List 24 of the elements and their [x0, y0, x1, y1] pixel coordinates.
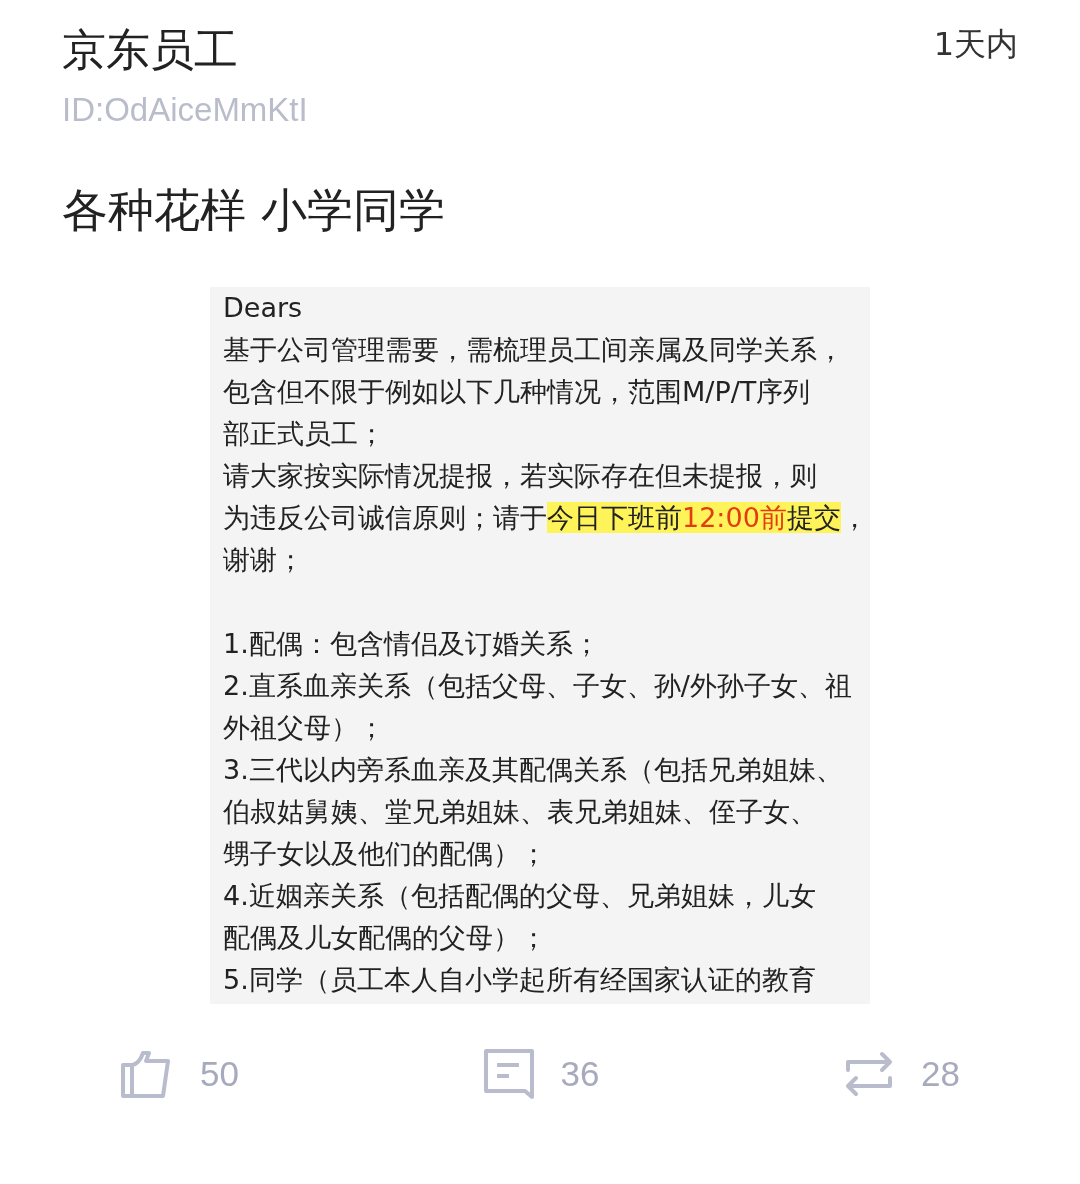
document-line: 基于公司管理需要，需梳理员工间亲属及同学关系， [223, 333, 844, 367]
document-line: 1.配偶：包含情侣及订婚关系； [223, 627, 600, 661]
document-line: 5.同学（员工本人自小学起所有经国家认证的教育 [223, 963, 816, 997]
count-label: 50 [200, 1054, 239, 1094]
document-line: 部正式员工； [223, 417, 385, 451]
document-line: Dears [223, 291, 303, 325]
document-line: 配偶及儿女配偶的父母）； [223, 921, 547, 955]
count-label: 36 [560, 1054, 600, 1094]
post-text: 各种花样 小学同学 [62, 182, 445, 239]
post-time: 1天内 [933, 24, 1018, 65]
comment-icon[interactable] [482, 1048, 535, 1100]
document-line: 伯叔姑舅姨、堂兄弟姐妹、表兄弟姐妹、侄子女、 [223, 795, 817, 829]
document-line: 为违反公司诚信原则；请于今日下班前12:00前提交， [223, 501, 868, 535]
document-line: 谢谢； [223, 543, 304, 577]
document-line: 4.近姻亲关系（包括配偶的父母、兄弟姐妹，儿女 [223, 879, 816, 913]
document-line: 3.三代以内旁系血亲及其配偶关系（包括兄弟姐妹、 [223, 753, 843, 787]
document-line: 包含但不限于例如以下几种情况，范围M/P/T序列 [223, 375, 811, 409]
document-line: 外祖父母）； [223, 711, 385, 745]
document-line: 2.直系血亲关系（包括父母、子女、孙/外孙子女、祖 [223, 669, 852, 703]
user-id: ID:OdAiceMmKtI [62, 90, 308, 130]
document-line: 请大家按实际情况提报，若实际存在但未提报，则 [223, 459, 817, 493]
document-line: 甥子女以及他们的配偶）； [223, 837, 547, 871]
author-name[interactable]: 京东员工 [62, 22, 308, 78]
count-label: 28 [921, 1054, 960, 1094]
